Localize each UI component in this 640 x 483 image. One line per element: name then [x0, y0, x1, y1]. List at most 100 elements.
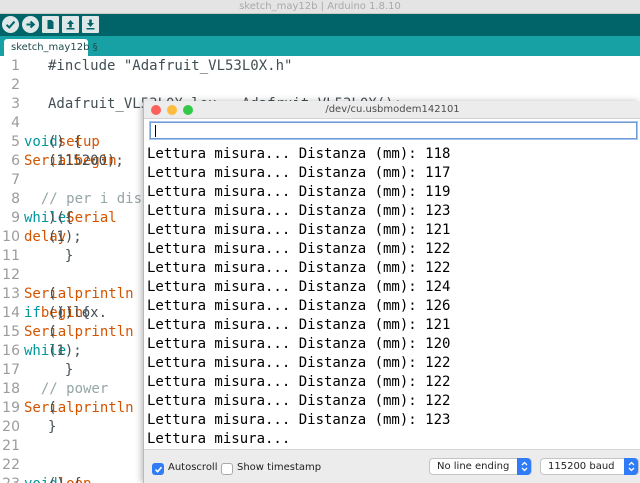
code-token: }: [48, 248, 74, 264]
code-text: if (!lox. begin()) {: [24, 304, 107, 323]
tab-sketch-may12b[interactable]: sketch_may12b §: [4, 39, 98, 56]
serial-output-line: Lettura misura... Distanza (mm): 121: [147, 317, 451, 333]
serial-output-line: Lettura misura... Distanza (mm): 123: [147, 412, 451, 428]
code-text: while (! Serial) {: [24, 209, 117, 228]
serial-output-line: Lettura misura... Distanza (mm): 121: [147, 222, 451, 238]
line-number: 7: [11, 172, 20, 188]
line-number: 17: [2, 362, 20, 378]
serial-monitor-titlebar: /dev/cu.usbmodem142101: [144, 101, 640, 119]
code-token: }: [48, 419, 57, 435]
show-timestamp-label: Show timestamp: [237, 462, 322, 473]
serial-monitor-title: /dev/cu.usbmodem142101: [325, 104, 460, 115]
code-token: (1);: [48, 229, 82, 245]
ide-tab-bar: sketch_may12b §: [0, 36, 640, 56]
line-number: 8: [11, 191, 20, 207]
ide-toolbar: [0, 14, 640, 36]
serial-output-line: Lettura misura... Distanza (mm): 124: [147, 279, 451, 295]
serial-output-area[interactable]: Lettura misura... Distanza (mm): 118 Lett…: [144, 145, 640, 449]
serial-send-input[interactable]: [150, 122, 637, 139]
code-token: #include "Adafruit_VL53L0X.h": [48, 58, 293, 74]
code-token: (: [48, 324, 57, 340]
verify-button[interactable]: [2, 16, 19, 33]
line-number: 6: [11, 153, 20, 169]
code-token: (115200);: [48, 153, 124, 169]
code-token: (1);: [48, 343, 82, 359]
ide-window-title: sketch_may12b | Arduino 1.8.10: [239, 1, 401, 12]
code-token: println: [74, 286, 134, 302]
serial-output-line: Lettura misura... Distanza (mm): 120: [147, 336, 451, 352]
new-file-icon: [47, 20, 54, 29]
code-text: Serial. println(: [24, 285, 134, 304]
serial-output-line: Lettura misura... Distanza (mm): 126: [147, 298, 451, 314]
line-number: 18: [2, 381, 20, 397]
code-token: ()) {: [48, 305, 91, 321]
line-ending-value: No line ending: [437, 461, 510, 472]
code-token: (: [48, 400, 57, 416]
chevron-updown-icon: [624, 458, 638, 475]
code-token: () {: [48, 134, 82, 150]
line-number: 12: [2, 267, 20, 283]
serial-output-line: Lettura misura... Distanza (mm): 119: [147, 184, 451, 200]
open-sketch-button[interactable]: [62, 16, 79, 33]
ide-titlebar: sketch_may12b | Arduino 1.8.10: [0, 0, 640, 14]
code-text: void setup() {: [24, 133, 100, 152]
line-number: 23: [0, 475, 20, 483]
code-token: println: [74, 324, 134, 340]
line-number: 5: [11, 134, 20, 150]
serial-output-line: Lettura misura... Distanza (mm): 122: [147, 241, 451, 257]
code-token: (: [48, 286, 57, 302]
line-number: 21: [2, 438, 20, 454]
new-sketch-button[interactable]: [42, 16, 59, 33]
save-down-arrow-icon: [86, 19, 95, 30]
line-number: 19: [2, 400, 20, 416]
autoscroll-label: Autoscroll: [168, 462, 218, 473]
line-number: 10: [2, 229, 20, 245]
baud-rate-select[interactable]: 115200 baud: [540, 458, 639, 475]
line-number: 22: [2, 457, 20, 473]
code-token: println: [74, 400, 134, 416]
serial-output-line: Lettura misura... Distanza (mm): 122: [147, 374, 451, 390]
line-number: 2: [11, 77, 20, 93]
serial-output-line: Lettura misura... Distanza (mm): 122: [147, 260, 451, 276]
code-text: Serial. println(: [24, 323, 134, 342]
code-text: delay (1);: [24, 228, 82, 247]
serial-output-line: Lettura misura... Distanza (mm): 123: [147, 203, 451, 219]
line-number: 13: [2, 286, 20, 302]
code-text: void loop() {: [24, 475, 91, 483]
baud-rate-value: 115200 baud: [548, 461, 615, 472]
line-number: 16: [2, 343, 20, 359]
open-up-arrow-icon: [66, 20, 75, 30]
code-token: if: [24, 305, 41, 321]
code-token: ) {: [48, 210, 74, 226]
code-text: // power: [24, 380, 108, 399]
serial-output-line: Lettura misura... Distanza (mm): 122: [147, 355, 451, 371]
upload-button[interactable]: [22, 16, 39, 33]
text-caret: [155, 125, 156, 137]
line-ending-select[interactable]: No line ending: [429, 458, 532, 475]
show-timestamp-checkbox[interactable]: [221, 463, 233, 475]
line-number: 4: [11, 115, 20, 131]
line-number: 14: [2, 305, 20, 321]
code-text: while (1);: [24, 342, 82, 361]
serial-output-line: Lettura misura... Distanza (mm): 117: [147, 165, 451, 181]
line-number: 11: [2, 248, 20, 264]
serial-monitor-window: /dev/cu.usbmodem142101 Lettura misura...…: [143, 101, 640, 483]
chevron-updown-icon: [517, 458, 531, 475]
serial-output-line: Lettura misura... Distanza (mm): 122: [147, 393, 451, 409]
line-number: 9: [11, 210, 20, 226]
right-arrow-icon: [26, 20, 36, 29]
code-text: Serial. println(: [24, 399, 134, 418]
code-token: () {: [48, 475, 82, 483]
checkmark-icon: [154, 466, 162, 473]
serial-monitor-footer: Autoscroll Show timestamp No line ending…: [144, 449, 640, 483]
autoscroll-checkbox[interactable]: [152, 463, 164, 475]
code-token: // power: [24, 381, 109, 397]
line-number: 1: [11, 58, 20, 74]
line-number: 15: [2, 324, 20, 340]
save-sketch-button[interactable]: [82, 16, 99, 33]
serial-output-line: Lettura misura...: [147, 431, 291, 447]
line-number: 20: [2, 419, 20, 435]
code-token: }: [48, 362, 74, 378]
line-number: 3: [11, 96, 20, 112]
serial-output-line: Lettura misura... Distanza (mm): 118: [147, 146, 451, 162]
